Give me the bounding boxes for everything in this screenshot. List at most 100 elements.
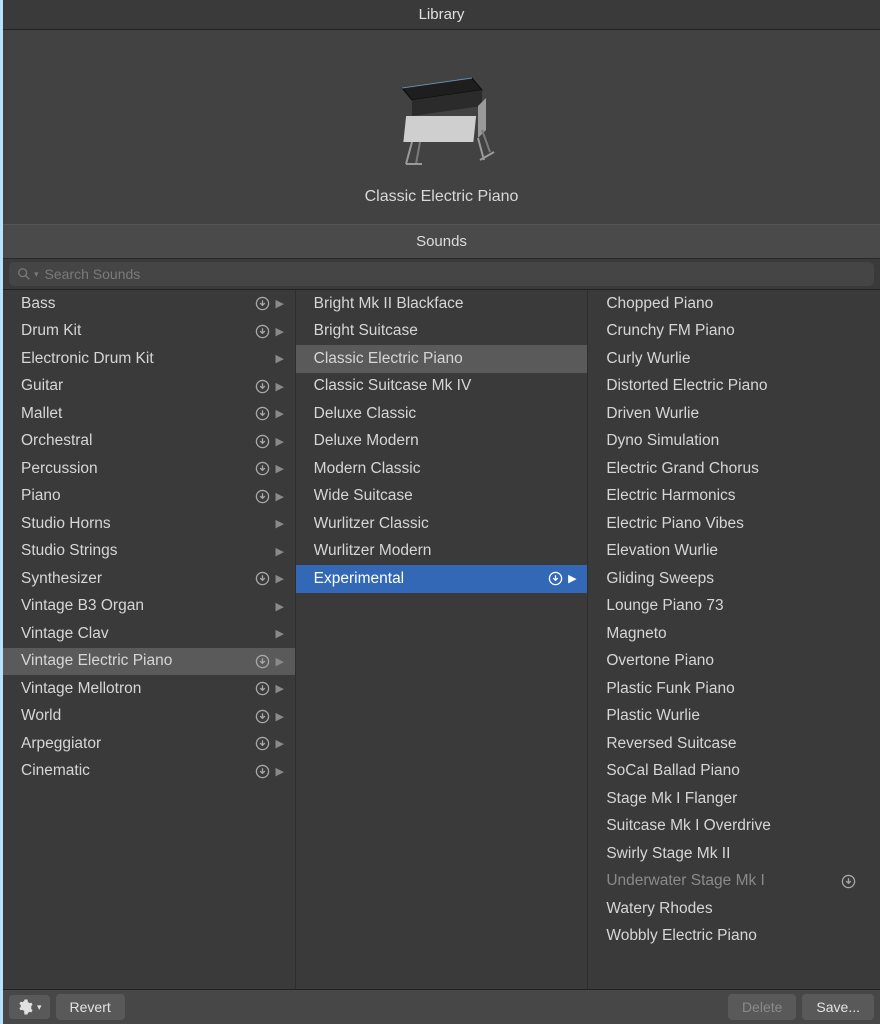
chevron-right-icon: ▶ bbox=[275, 325, 285, 338]
download-icon[interactable] bbox=[255, 406, 271, 422]
list-item[interactable]: Stage Mk I Flanger bbox=[588, 785, 880, 813]
list-item-label: Vintage Electric Piano bbox=[21, 652, 255, 670]
search-field[interactable]: ▾ bbox=[9, 262, 874, 286]
list-item[interactable]: Magneto bbox=[588, 620, 880, 648]
delete-button[interactable]: Delete bbox=[728, 994, 796, 1020]
chevron-down-icon[interactable]: ▾ bbox=[34, 269, 39, 280]
categories-column[interactable]: Bass▶Drum Kit▶Electronic Drum Kit▶Guitar… bbox=[3, 290, 296, 989]
download-icon[interactable] bbox=[255, 653, 271, 669]
search-input[interactable] bbox=[45, 266, 866, 282]
list-item[interactable]: Overtone Piano bbox=[588, 648, 880, 676]
instrument-name: Classic Electric Piano bbox=[365, 188, 519, 206]
list-item-label: Vintage Mellotron bbox=[21, 680, 255, 698]
gear-icon bbox=[17, 999, 33, 1015]
list-item[interactable]: Orchestral▶ bbox=[3, 428, 295, 456]
list-item[interactable]: Plastic Wurlie bbox=[588, 703, 880, 731]
list-item[interactable]: SoCal Ballad Piano bbox=[588, 758, 880, 786]
list-item[interactable]: Wurlitzer Classic bbox=[296, 510, 588, 538]
list-item[interactable]: Dyno Simulation bbox=[588, 428, 880, 456]
list-item[interactable]: Studio Strings▶ bbox=[3, 538, 295, 566]
list-item[interactable]: Vintage Electric Piano▶ bbox=[3, 648, 295, 676]
list-item[interactable]: Watery Rhodes bbox=[588, 895, 880, 923]
list-item[interactable]: Deluxe Modern bbox=[296, 428, 588, 456]
list-item[interactable]: Underwater Stage Mk I bbox=[588, 868, 880, 896]
list-item[interactable]: Driven Wurlie bbox=[588, 400, 880, 428]
list-item[interactable]: Piano ▶ bbox=[3, 483, 295, 511]
download-icon[interactable] bbox=[255, 571, 271, 587]
list-item[interactable]: Vintage Mellotron▶ bbox=[3, 675, 295, 703]
list-item[interactable]: Bass▶ bbox=[3, 290, 295, 318]
list-item[interactable]: Suitcase Mk I Overdrive bbox=[588, 813, 880, 841]
list-item[interactable]: Synthesizer▶ bbox=[3, 565, 295, 593]
list-item[interactable]: Electric Harmonics bbox=[588, 483, 880, 511]
list-item-label: Suitcase Mk I Overdrive bbox=[606, 817, 840, 835]
list-item[interactable]: Plastic Funk Piano bbox=[588, 675, 880, 703]
list-item[interactable]: Electronic Drum Kit▶ bbox=[3, 345, 295, 373]
list-item[interactable]: Percussion▶ bbox=[3, 455, 295, 483]
list-item[interactable]: Deluxe Classic bbox=[296, 400, 588, 428]
search-bar: ▾ bbox=[3, 259, 880, 290]
list-item[interactable]: World▶ bbox=[3, 703, 295, 731]
list-item[interactable]: Cinematic▶ bbox=[3, 758, 295, 786]
list-item[interactable]: Vintage B3 Organ▶ bbox=[3, 593, 295, 621]
list-item[interactable]: Wurlitzer Modern bbox=[296, 538, 588, 566]
download-icon[interactable] bbox=[255, 323, 271, 339]
list-item[interactable]: Distorted Electric Piano bbox=[588, 373, 880, 401]
list-item-label: Underwater Stage Mk I bbox=[606, 872, 840, 890]
list-item[interactable]: Lounge Piano 73 bbox=[588, 593, 880, 621]
list-item[interactable]: Curly Wurlie bbox=[588, 345, 880, 373]
list-item[interactable]: Swirly Stage Mk II bbox=[588, 840, 880, 868]
list-item[interactable]: Classic Electric Piano bbox=[296, 345, 588, 373]
chevron-right-icon: ▶ bbox=[275, 490, 285, 503]
list-item-label: Plastic Wurlie bbox=[606, 707, 840, 725]
list-item[interactable]: Crunchy FM Piano bbox=[588, 318, 880, 346]
download-icon[interactable] bbox=[255, 433, 271, 449]
footer-toolbar: ▾ Revert Delete Save... bbox=[3, 989, 880, 1024]
list-item[interactable]: Studio Horns▶ bbox=[3, 510, 295, 538]
list-item[interactable]: Wide Suitcase bbox=[296, 483, 588, 511]
list-item-label: Piano bbox=[21, 487, 255, 505]
list-item-label: Elevation Wurlie bbox=[606, 542, 840, 560]
list-item[interactable]: Elevation Wurlie bbox=[588, 538, 880, 566]
list-item-label: Bass bbox=[21, 295, 255, 313]
list-item-label: Distorted Electric Piano bbox=[606, 377, 840, 395]
list-item-label: Watery Rhodes bbox=[606, 900, 840, 918]
gear-menu-button[interactable]: ▾ bbox=[9, 995, 50, 1019]
list-item[interactable]: Bright Suitcase bbox=[296, 318, 588, 346]
list-item[interactable]: Bright Mk II Blackface bbox=[296, 290, 588, 318]
list-item[interactable]: Wobbly Electric Piano bbox=[588, 923, 880, 951]
download-icon[interactable] bbox=[255, 763, 271, 779]
subcategories-column[interactable]: Bright Mk II BlackfaceBright SuitcaseCla… bbox=[296, 290, 589, 989]
download-icon[interactable] bbox=[547, 571, 563, 587]
list-item-label: Mallet bbox=[21, 405, 255, 423]
list-item[interactable]: Arpeggiator▶ bbox=[3, 730, 295, 758]
save-button[interactable]: Save... bbox=[802, 994, 874, 1020]
list-item[interactable]: Experimental▶ bbox=[296, 565, 588, 593]
list-item[interactable]: Electric Grand Chorus bbox=[588, 455, 880, 483]
list-item-label: Plastic Funk Piano bbox=[606, 680, 840, 698]
list-item-label: Electric Harmonics bbox=[606, 487, 840, 505]
list-item[interactable]: Classic Suitcase Mk IV bbox=[296, 373, 588, 401]
download-icon[interactable] bbox=[255, 488, 271, 504]
list-item[interactable]: Gliding Sweeps bbox=[588, 565, 880, 593]
download-icon[interactable] bbox=[255, 736, 271, 752]
download-icon[interactable] bbox=[840, 873, 856, 889]
download-icon[interactable] bbox=[255, 378, 271, 394]
download-icon[interactable] bbox=[255, 708, 271, 724]
download-icon[interactable] bbox=[255, 461, 271, 477]
download-icon[interactable] bbox=[255, 296, 271, 312]
presets-column[interactable]: Chopped Piano Crunchy FM PianoCurly Wurli… bbox=[588, 290, 880, 989]
list-item-label: Modern Classic bbox=[314, 460, 548, 478]
list-item[interactable]: Guitar▶ bbox=[3, 373, 295, 401]
list-item[interactable]: Mallet▶ bbox=[3, 400, 295, 428]
list-item[interactable]: Drum Kit▶ bbox=[3, 318, 295, 346]
revert-button[interactable]: Revert bbox=[56, 994, 125, 1020]
list-item[interactable]: Modern Classic bbox=[296, 455, 588, 483]
list-item-label: Wide Suitcase bbox=[314, 487, 548, 505]
list-item-label: Chopped Piano bbox=[606, 295, 840, 313]
list-item[interactable]: Chopped Piano bbox=[588, 290, 880, 318]
list-item[interactable]: Electric Piano Vibes bbox=[588, 510, 880, 538]
list-item[interactable]: Vintage Clav▶ bbox=[3, 620, 295, 648]
download-icon[interactable] bbox=[255, 681, 271, 697]
list-item[interactable]: Reversed Suitcase bbox=[588, 730, 880, 758]
